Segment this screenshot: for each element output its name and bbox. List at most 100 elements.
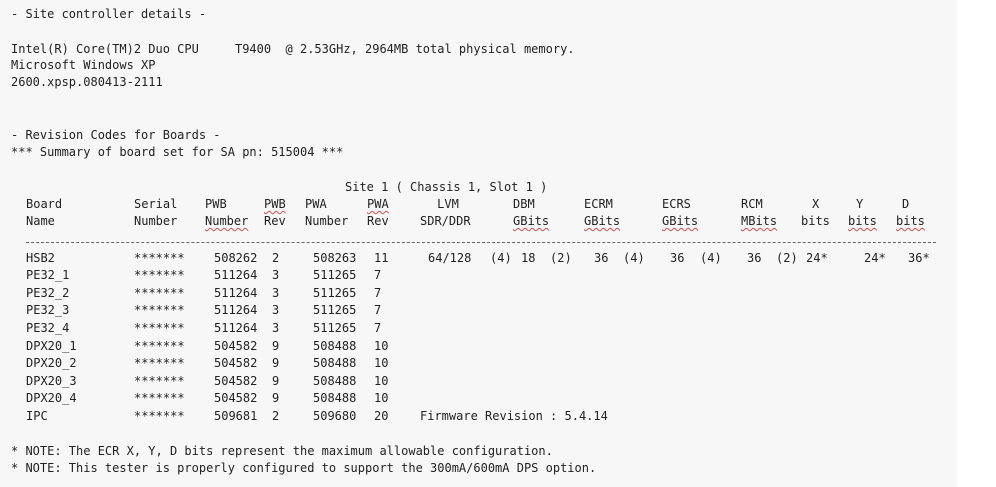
cell-board: PE32_1 [26,268,70,282]
col-lvm-1: LVM [437,197,459,211]
build-info: 2600.xpsp.080413-2111 [11,75,163,89]
header-separator [26,242,936,243]
cell-pwa: 511265 [313,286,357,300]
cell-ecrs: 36 [670,251,685,265]
cell-pwb: 511264 [214,321,258,335]
cell-serial: ******* [134,374,185,388]
revision-heading: - Revision Codes for Boards - [11,128,221,142]
cell-pwb: 511264 [214,286,258,300]
cell-pwa-rev: 10 [374,391,389,405]
cell-serial: ******* [134,268,185,282]
cell-pwa: 511265 [313,321,357,335]
cell-board: PE32_4 [26,321,70,335]
cell-pwb-rev: 3 [272,268,280,282]
firmware-revision: Firmware Revision : 5.4.14 [420,409,608,423]
cell-serial: ******* [134,321,185,335]
cell-pwb-rev: 9 [272,374,280,388]
col-pwb-rev-2: Rev [264,214,286,228]
cell-pwa-rev: 7 [374,303,382,317]
col-pwa-rev-1: PWA [367,197,389,211]
cell-serial: ******* [134,251,185,265]
cell-y: 24* [864,251,886,265]
cell-board: DPX20_3 [26,374,77,388]
col-d-2: bits [896,214,925,228]
cell-pwa: 508488 [313,339,357,353]
col-rcm-2: MBits [741,214,778,228]
cell-serial: ******* [134,286,185,300]
cell-board: DPX20_1 [26,339,77,353]
cell-pwb-rev: 2 [272,409,280,423]
col-pwa-number-2: Number [305,214,349,228]
cell-pwb: 504582 [214,339,258,353]
cell-dbm: 18 [521,251,536,265]
col-pwb-number-1: PWB [205,197,227,211]
report-page: - Site controller details - Intel(R) Cor… [0,0,957,487]
cell-x-count: (2) [776,251,798,265]
col-y-2: bits [848,214,877,228]
cell-pwa: 508263 [313,251,357,265]
cell-pwa-rev: 7 [374,268,382,282]
col-serial-1: Serial [134,197,178,211]
cell-pwa-rev: 10 [374,374,389,388]
cell-pwb-rev: 2 [272,251,280,265]
cell-pwb-rev: 9 [272,339,280,353]
col-rcm-1: RCM [741,197,763,211]
col-pwb-rev-1: PWB [264,197,286,211]
col-ecrs-1: ECRS [662,197,691,211]
cell-ecrm: 36 [594,251,609,265]
col-x-2: bits [801,214,830,228]
cell-pwb: 504582 [214,374,258,388]
col-d-1: D [902,197,910,211]
cell-pwa-rev: 10 [374,339,389,353]
cell-pwa-rev: 11 [374,251,389,265]
col-pwb-number-2: Number [205,214,249,228]
cpu-info: Intel(R) Core(TM)2 Duo CPU T9400 @ 2.53G… [11,42,575,56]
cell-serial: ******* [134,391,185,405]
col-board-2: Name [26,214,55,228]
cell-pwb-rev: 3 [272,321,280,335]
note-dps-option: * NOTE: This tester is properly configur… [11,461,597,475]
cell-ecrs-count: (4) [623,251,645,265]
site-controller-heading: - Site controller details - [11,7,207,21]
cell-pwa: 508488 [313,356,357,370]
col-pwa-number-1: PWA [305,197,327,211]
cell-pwa-rev: 7 [374,321,382,335]
os-info: Microsoft Windows XP [11,58,156,72]
cell-pwa: 511265 [313,268,357,282]
board-summary: *** Summary of board set for SA pn: 5150… [11,145,344,159]
cell-pwb: 504582 [214,356,258,370]
cell-pwa-rev: 20 [374,409,389,423]
col-lvm-2: SDR/DDR [420,214,471,228]
cell-pwa: 508488 [313,374,357,388]
cell-pwb: 504582 [214,391,258,405]
cell-board: IPC [26,409,48,423]
cell-pwa-rev: 7 [374,286,382,300]
col-ecrm-1: ECRM [584,197,613,211]
cell-serial: ******* [134,356,185,370]
cell-pwb: 511264 [214,268,258,282]
cell-board: PE32_2 [26,286,70,300]
cell-ecrm-count: (2) [550,251,572,265]
col-dbm-1: DBM [513,197,535,211]
col-y-1: Y [856,197,864,211]
cell-x: 24* [806,251,828,265]
col-pwa-rev-2: Rev [367,214,389,228]
note-ecr-bits: * NOTE: The ECR X, Y, D bits represent t… [11,444,553,458]
cell-pwb: 509681 [214,409,258,423]
col-serial-2: Number [134,214,178,228]
col-ecrm-2: GBits [584,214,621,228]
cell-d: 36* [908,251,930,265]
cell-pwb-rev: 9 [272,356,280,370]
cell-pwb-rev: 3 [272,286,280,300]
site-title: Site 1 ( Chassis 1, Slot 1 ) [345,180,548,194]
cell-pwa: 511265 [313,303,357,317]
cell-dbm-count: (4) [490,251,512,265]
cell-board: DPX20_2 [26,356,77,370]
cell-pwb: 508262 [214,251,258,265]
cell-pwb-rev: 9 [272,391,280,405]
col-x-1: X [812,197,820,211]
cell-rcm-count: (4) [700,251,722,265]
cell-pwa: 509680 [313,409,357,423]
cell-board: DPX20_4 [26,391,77,405]
col-board-1: Board [26,197,63,211]
